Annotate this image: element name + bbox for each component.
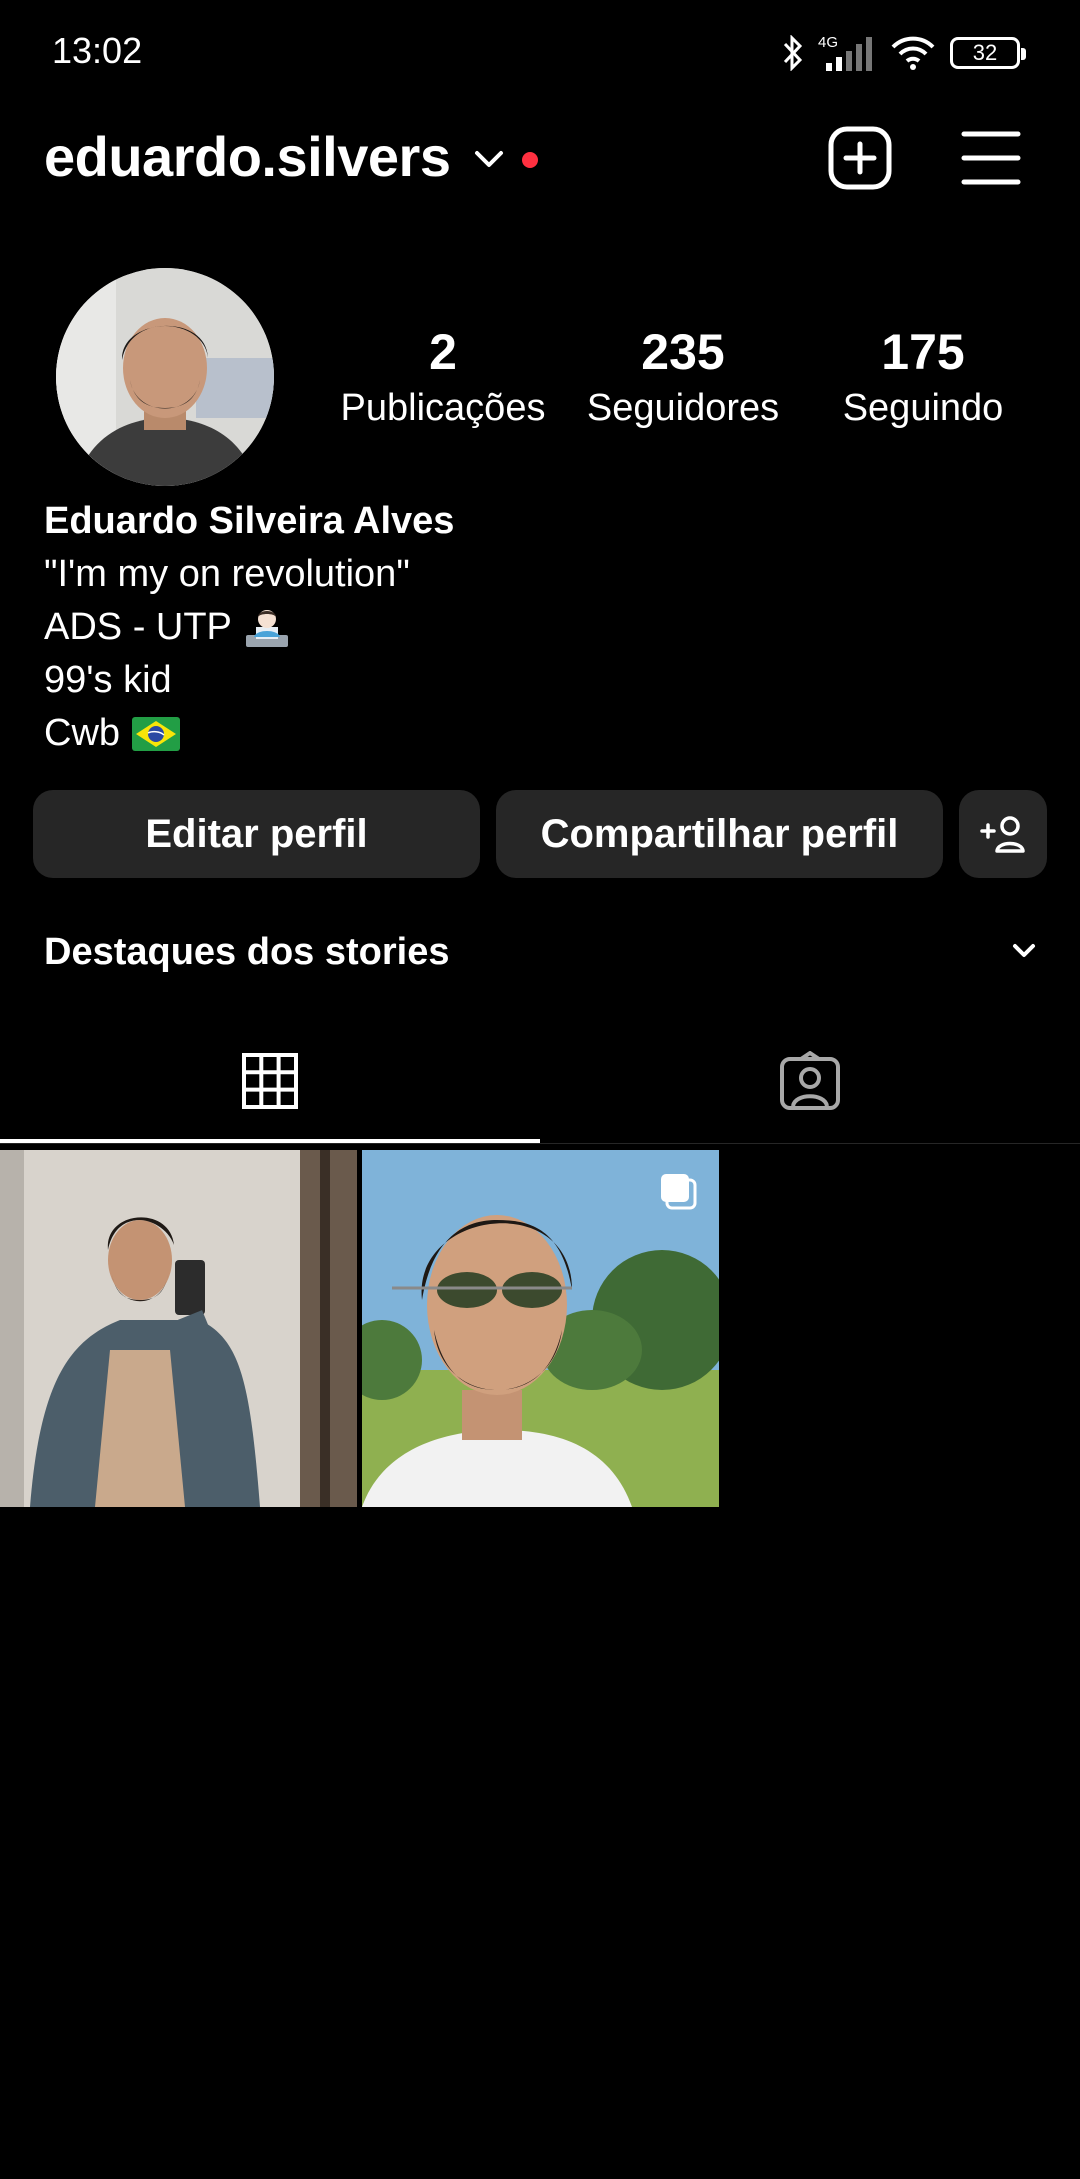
battery-icon: 32 (950, 37, 1026, 69)
stat-following[interactable]: 175 Seguindo (803, 322, 1043, 434)
menu-icon[interactable] (960, 128, 1022, 188)
technologist-emoji (245, 609, 288, 647)
new-post-icon[interactable] (826, 124, 894, 192)
notification-dot (522, 152, 538, 168)
status-bar: 13:02 4G 32 (0, 0, 1080, 110)
bio-text: Cwb (44, 712, 121, 754)
stat-posts-label: Publicações (340, 387, 546, 429)
network-type-label: 4G (818, 34, 838, 51)
tagged-icon (780, 1051, 840, 1110)
wifi-icon (891, 36, 935, 70)
discover-people-button[interactable] (959, 790, 1047, 878)
bio-line: 99's kid (44, 654, 1044, 707)
brazil-flag-emoji (132, 716, 181, 751)
stat-following-label: Seguindo (842, 387, 1004, 429)
post-thumbnail[interactable] (362, 1150, 719, 1507)
profile-header: eduardo.silvers (0, 110, 1080, 210)
tab-posts-grid[interactable] (0, 1018, 540, 1144)
status-time: 13:02 (52, 30, 143, 71)
grid-icon (242, 1053, 298, 1109)
battery-level: 32 (972, 40, 998, 65)
carousel-icon (661, 1174, 697, 1210)
status-icons: 4G 32 (782, 28, 1026, 78)
stat-following-value: 175 (881, 324, 965, 380)
avatar-photo (56, 268, 274, 486)
bio-text: "I'm my on revolution" (44, 553, 410, 595)
username[interactable]: eduardo.silvers (44, 124, 451, 189)
profile-bio: Eduardo Silveira Alves "I'm my on revolu… (44, 494, 1044, 760)
chevron-down-icon[interactable] (472, 146, 506, 172)
full-name: Eduardo Silveira Alves (44, 500, 455, 542)
bio-line: "I'm my on revolution" (44, 548, 1044, 601)
bio-line: ADS - UTP (44, 601, 1044, 654)
add-person-icon (980, 816, 1025, 853)
cellular-signal-icon: 4G (818, 34, 872, 71)
stat-posts-value: 2 (429, 324, 457, 380)
chevron-down-icon[interactable] (1009, 936, 1039, 966)
post-thumbnail[interactable] (0, 1150, 357, 1507)
profile-tabs (0, 1018, 1080, 1144)
bluetooth-icon (783, 35, 803, 71)
bio-text: ADS - UTP (44, 606, 232, 648)
highlights-title: Destaques dos stories (44, 931, 450, 973)
active-tab-indicator (0, 1139, 540, 1143)
post-mirror-selfie (0, 1150, 357, 1507)
story-highlights[interactable]: Destaques dos stories (44, 922, 1039, 982)
bio-text: 99's kid (44, 659, 172, 701)
stat-followers-value: 235 (641, 324, 725, 380)
edit-profile-button[interactable]: Editar perfil (33, 790, 480, 878)
share-profile-button[interactable]: Compartilhar perfil (496, 790, 943, 878)
stat-posts[interactable]: 2 Publicações (323, 322, 563, 434)
stat-followers[interactable]: 235 Seguidores (563, 322, 803, 434)
bio-line: Cwb (44, 707, 1044, 760)
stat-followers-label: Seguidores (586, 387, 780, 429)
avatar[interactable] (56, 268, 274, 486)
tab-tagged[interactable] (540, 1018, 1080, 1144)
